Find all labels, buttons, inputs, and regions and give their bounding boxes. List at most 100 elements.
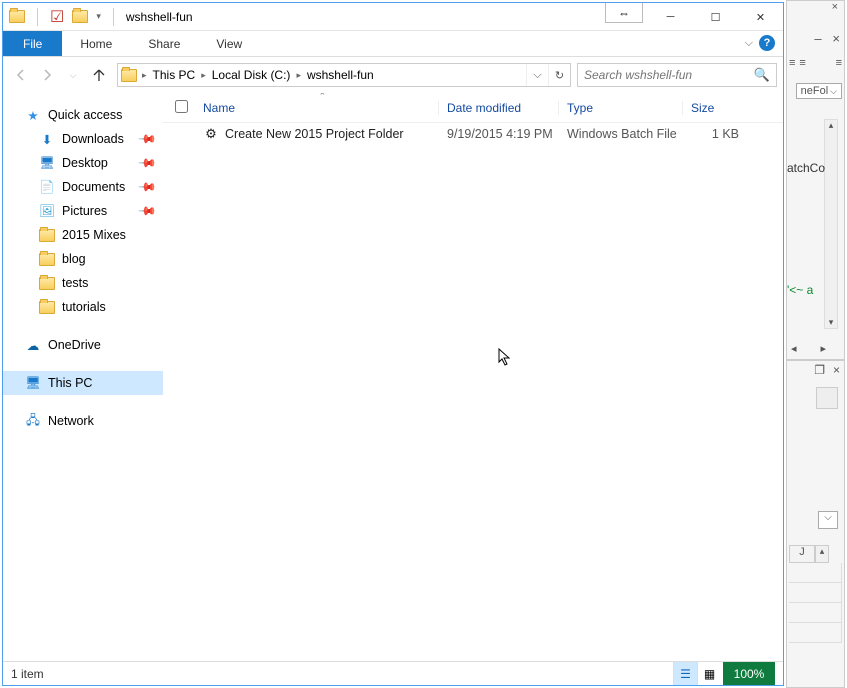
tree-label: Documents xyxy=(62,180,125,194)
tree-label: This PC xyxy=(48,376,92,390)
column-headers: Name ⌃ Date modified Type Size xyxy=(163,93,783,123)
column-type[interactable]: Type xyxy=(559,101,683,115)
tree-pictures[interactable]: 🖼 Pictures 📌 xyxy=(3,199,163,223)
background-editor-window: × ‒ × ≡≡≡ neFol⌵ ▴ ▾ atchCo '<~ a ◂ ▸ xyxy=(786,0,845,360)
navigation-bar: ⌵ ▸ This PC ▸ Local Disk (C:) ▸ wshshell… xyxy=(3,57,783,93)
details-view-button[interactable]: ☰ xyxy=(673,662,697,685)
column-header-j[interactable]: J xyxy=(789,545,815,563)
tree-downloads[interactable]: ⬇ Downloads 📌 xyxy=(3,127,163,151)
search-input[interactable] xyxy=(584,68,754,82)
title-bar[interactable]: ☑ ▾ wshshell-fun ⇔ ─ ☐ ✕ xyxy=(3,3,783,31)
search-box[interactable]: 🔍 xyxy=(577,63,777,87)
tree-label: Network xyxy=(48,414,94,428)
file-explorer-window: ☑ ▾ wshshell-fun ⇔ ─ ☐ ✕ File Home Share… xyxy=(2,2,784,686)
address-folder-icon xyxy=(121,69,137,82)
column-name[interactable]: Name ⌃ xyxy=(199,101,439,115)
file-type: Windows Batch File xyxy=(559,127,683,141)
close-icon: × xyxy=(833,363,840,377)
breadcrumb-current[interactable]: wshshell-fun xyxy=(303,68,378,82)
documents-icon: 📄 xyxy=(39,179,55,195)
spreadsheet-cell[interactable] xyxy=(789,583,842,603)
tree-quick-access[interactable]: ★ Quick access xyxy=(3,103,163,127)
file-list-area: Name ⌃ Date modified Type Size ⚙ Create … xyxy=(163,93,783,661)
chevron-right-icon[interactable]: ▸ xyxy=(294,70,303,81)
tab-file[interactable]: File xyxy=(3,31,62,56)
qa-newfolder-icon[interactable] xyxy=(72,10,88,23)
tree-label: 2015 Mixes xyxy=(62,228,126,242)
tree-network[interactable]: 🖧 Network xyxy=(3,409,163,433)
batch-file-icon: ⚙ xyxy=(203,126,219,142)
pin-icon: 📌 xyxy=(137,201,157,221)
scrollbar[interactable]: ▴ ▾ xyxy=(824,119,838,329)
tree-label: OneDrive xyxy=(48,338,101,352)
restore-icon: ❐ xyxy=(814,363,825,377)
folder-icon xyxy=(39,229,55,242)
window-title: wshshell-fun xyxy=(126,10,193,24)
tree-tutorials[interactable]: tutorials xyxy=(3,295,163,319)
pin-icon: 📌 xyxy=(137,129,157,149)
close-icon: × xyxy=(832,1,838,13)
spreadsheet-cell[interactable] xyxy=(789,603,842,623)
recent-dropdown-icon[interactable]: ⌵ xyxy=(61,63,85,87)
sort-asc-icon: ⌃ xyxy=(319,93,327,102)
address-dropdown-icon[interactable]: ⌵ xyxy=(526,64,548,86)
onedrive-icon: ☁ xyxy=(25,337,41,353)
dropdown-icon[interactable]: ⌵ xyxy=(818,511,838,529)
file-name: Create New 2015 Project Folder xyxy=(225,127,404,141)
select-all-checkbox[interactable] xyxy=(175,100,188,113)
tab-home[interactable]: Home xyxy=(62,31,130,56)
large-icons-view-button[interactable]: ▦ xyxy=(697,662,721,685)
ribbon-expand-icon[interactable]: ⌵ xyxy=(745,37,753,50)
tree-documents[interactable]: 📄 Documents 📌 xyxy=(3,175,163,199)
column-size[interactable]: Size xyxy=(683,101,751,115)
qa-properties-icon[interactable]: ☑ xyxy=(50,7,64,27)
tablet-mode-button[interactable]: ⇔ xyxy=(605,3,643,23)
star-icon: ★ xyxy=(25,107,41,123)
ribbon-tabs: File Home Share View ⌵ ? xyxy=(3,31,783,57)
tree-this-pc[interactable]: 🖥 This PC xyxy=(3,371,163,395)
tree-label: Desktop xyxy=(62,156,108,170)
tree-onedrive[interactable]: ☁ OneDrive xyxy=(3,333,163,357)
address-bar[interactable]: ▸ This PC ▸ Local Disk (C:) ▸ wshshell-f… xyxy=(117,63,571,87)
spreadsheet-cell[interactable] xyxy=(789,623,842,643)
pin-icon: 📌 xyxy=(137,153,157,173)
navigation-pane: ★ Quick access ⬇ Downloads 📌 🖥 Desktop 📌… xyxy=(3,93,163,661)
qa-dropdown-icon[interactable]: ▾ xyxy=(96,11,101,22)
file-row[interactable]: ⚙ Create New 2015 Project Folder 9/19/20… xyxy=(163,123,783,145)
zoom-level: 100% xyxy=(723,662,775,685)
tab-share[interactable]: Share xyxy=(130,31,198,56)
tree-label: tutorials xyxy=(62,300,106,314)
column-label: Name xyxy=(203,101,235,115)
tree-label: blog xyxy=(62,252,86,266)
scroll-up-icon[interactable]: ▴ xyxy=(815,545,829,563)
back-button[interactable] xyxy=(9,63,33,87)
close-button[interactable]: ✕ xyxy=(738,3,783,31)
breadcrumb-local-disk[interactable]: Local Disk (C:) xyxy=(208,68,295,82)
breadcrumb-this-pc[interactable]: This PC xyxy=(149,68,200,82)
tree-desktop[interactable]: 🖥 Desktop 📌 xyxy=(3,151,163,175)
tree-tests[interactable]: tests xyxy=(3,271,163,295)
spreadsheet-cell[interactable] xyxy=(789,563,842,583)
breadcrumb: This PC ▸ Local Disk (C:) ▸ wshshell-fun xyxy=(149,68,378,82)
column-date[interactable]: Date modified xyxy=(439,101,559,115)
refresh-button[interactable]: ↻ xyxy=(548,64,570,86)
background-spreadsheet-window: ❐ × ⌵ J ▴ xyxy=(786,360,845,688)
folder-icon xyxy=(39,277,55,290)
up-button[interactable] xyxy=(87,63,111,87)
help-icon[interactable]: ? xyxy=(759,35,775,51)
tree-blog[interactable]: blog xyxy=(3,247,163,271)
minimize-button[interactable]: ─ xyxy=(648,3,693,31)
tab-view[interactable]: View xyxy=(198,31,260,56)
bg-code-text-2: '<~ a xyxy=(787,283,813,297)
file-date: 9/19/2015 4:19 PM xyxy=(439,127,559,141)
chevron-right-icon[interactable]: ▸ xyxy=(199,70,208,81)
avatar xyxy=(816,387,838,409)
item-count: 1 item xyxy=(11,667,44,681)
search-icon[interactable]: 🔍 xyxy=(754,67,770,83)
tree-label: Downloads xyxy=(62,132,124,146)
maximize-button[interactable]: ☐ xyxy=(693,3,738,31)
combo-text: neFol xyxy=(801,85,829,97)
chevron-right-icon[interactable]: ▸ xyxy=(140,70,149,81)
forward-button[interactable] xyxy=(35,63,59,87)
tree-2015-mixes[interactable]: 2015 Mixes xyxy=(3,223,163,247)
